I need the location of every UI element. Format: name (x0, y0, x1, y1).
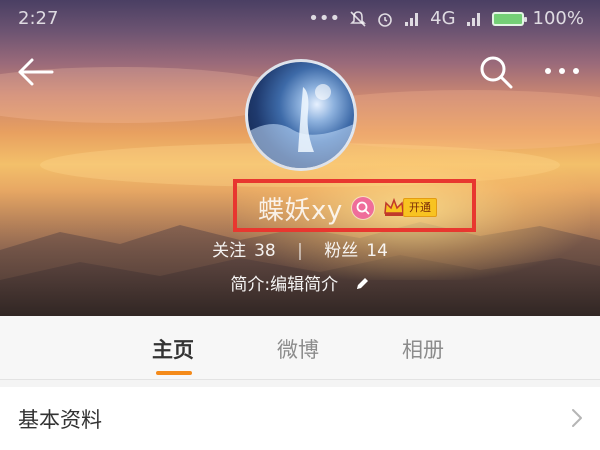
followers-count: 14 (366, 241, 388, 261)
basic-info-row[interactable]: 基本资料 (0, 387, 600, 450)
vip-open-label: 开通 (403, 197, 437, 217)
signal-icon (405, 12, 419, 26)
basic-info-label: 基本资料 (18, 408, 102, 432)
status-icons: ••• 4G 100% (308, 8, 584, 29)
signal-icon-2 (466, 12, 480, 26)
tab-weibo[interactable]: 微博 (277, 334, 319, 364)
following-stat[interactable]: 关注 38 (212, 236, 276, 261)
status-bar: 2:27 ••• 4G 100% (0, 0, 600, 38)
network-type: 4G (430, 8, 456, 29)
following-count: 38 (254, 241, 276, 261)
avatar[interactable] (245, 59, 357, 171)
crown-icon (384, 197, 404, 216)
following-label: 关注 (212, 241, 247, 261)
battery-icon (491, 11, 527, 26)
chevron-right-icon (572, 409, 582, 427)
followers-stat[interactable]: 粉丝 14 (324, 236, 388, 261)
back-arrow-icon[interactable] (16, 54, 56, 90)
tab-album[interactable]: 相册 (402, 334, 444, 364)
profile-tabs: 主页 微博 相册 (0, 316, 600, 380)
followers-label: 粉丝 (324, 241, 359, 261)
active-tab-indicator (156, 371, 192, 375)
more-icon[interactable] (542, 56, 582, 86)
profile-name[interactable]: 蝶妖xy (258, 190, 343, 227)
more-dots-icon: ••• (308, 8, 341, 29)
pencil-icon (356, 278, 368, 289)
bio-row[interactable]: 简介:编辑简介 (0, 270, 600, 295)
avatar-image (248, 84, 354, 168)
bio-text: 简介:编辑简介 (230, 275, 339, 295)
follow-stats: 关注 38 | 粉丝 14 (0, 236, 600, 261)
search-badge-icon[interactable] (352, 197, 374, 219)
tab-home[interactable]: 主页 (152, 334, 194, 364)
mute-icon (350, 10, 367, 27)
vip-open-button[interactable]: 开通 (383, 197, 437, 217)
alarm-icon (378, 12, 392, 27)
status-time: 2:27 (18, 8, 59, 29)
search-icon[interactable] (478, 54, 514, 90)
stats-divider: | (297, 241, 303, 261)
battery-level: 100% (532, 8, 584, 29)
